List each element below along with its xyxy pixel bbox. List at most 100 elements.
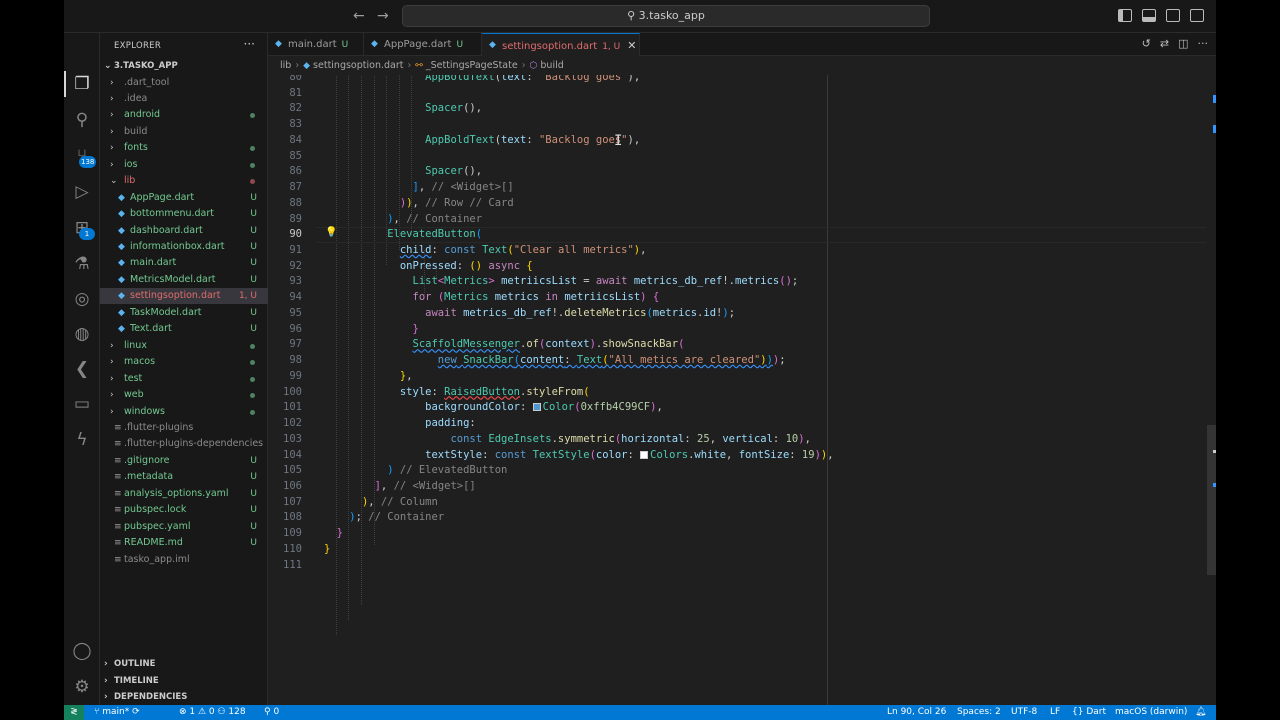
code-line[interactable]: } <box>324 542 330 558</box>
file-flutter-plugins[interactable]: ≡ .flutter-plugins <box>100 420 268 436</box>
code-line[interactable]: ) // ElevatedButton <box>324 463 507 479</box>
code-line[interactable]: ], // <Widget>[] <box>324 479 476 495</box>
toggle-sidebar-icon[interactable] <box>1118 9 1132 22</box>
code-line[interactable]: }, <box>324 369 413 385</box>
file-metricsmodel-dart[interactable]: ◆ MetricsModel.dart U <box>100 272 268 288</box>
cursor-position[interactable]: Ln 90, Col 26 <box>887 705 946 720</box>
code-line[interactable]: await metrics_db_ref!.deleteMetrics(metr… <box>324 306 735 322</box>
file-flutter-plugins-dependencies[interactable]: ≡ .flutter-plugins-dependencies <box>100 436 268 452</box>
file-tasko-app-iml[interactable]: ≡ tasko_app.iml <box>100 552 268 568</box>
code-line[interactable]: child: const Text("Clear all metrics"), <box>324 243 647 259</box>
file-dashboard-dart[interactable]: ◆ dashboard.dart U <box>100 223 268 239</box>
remote-indicator-icon[interactable]: ≷ <box>64 705 84 720</box>
settings-gear-icon[interactable]: ⚙ <box>71 676 93 698</box>
folder-idea[interactable]: › .idea <box>100 91 268 107</box>
code-line[interactable]: } <box>324 322 419 338</box>
file-main-dart[interactable]: ◆ main.dart U <box>100 255 268 271</box>
flutter-icon[interactable]: ❮ <box>71 358 93 380</box>
breadcrumb-method[interactable]: build <box>540 60 563 71</box>
file-text-dart[interactable]: ◆ Text.dart U <box>100 321 268 337</box>
terminal-icon[interactable]: ▭ <box>71 393 93 415</box>
code-line[interactable]: ], // <Widget>[] <box>324 180 514 196</box>
file-readme-md[interactable]: ≡ README.md U <box>100 535 268 551</box>
code-line[interactable]: Spacer(), <box>324 164 482 180</box>
run-debug-icon[interactable]: ▷ <box>71 181 93 203</box>
file-pubspec-lock[interactable]: ≡ pubspec.lock U <box>100 502 268 518</box>
forward-arrow-icon[interactable]: → <box>377 8 389 24</box>
split-editor-icon[interactable]: ◫ <box>1178 37 1188 50</box>
file-bottommenu-dart[interactable]: ◆ bottommenu.dart U <box>100 206 268 222</box>
close-icon[interactable]: ✕ <box>627 39 636 52</box>
folder-android[interactable]: › android <box>100 107 268 123</box>
toggle-panel-icon[interactable] <box>1142 9 1156 22</box>
git-graph-icon[interactable]: ◎ <box>71 288 93 310</box>
folder-macos[interactable]: › macos <box>100 354 268 370</box>
folder-ios[interactable]: › ios <box>100 157 268 173</box>
folder-fonts[interactable]: › fonts <box>100 140 268 156</box>
breadcrumb-folder[interactable]: lib <box>280 60 291 71</box>
notifications-bell-icon[interactable]: 🔔︎ <box>1195 705 1206 720</box>
history-icon[interactable]: ↺ <box>1142 37 1151 50</box>
code-line[interactable]: List<Metrics> metriicsList = await metri… <box>324 274 799 290</box>
code-line[interactable]: for (Metrics metrics in metriicsList) { <box>324 290 660 306</box>
back-arrow-icon[interactable]: ← <box>353 8 365 24</box>
folder-linux[interactable]: › linux <box>100 338 268 354</box>
breadcrumb-class[interactable]: _SettingsPageState <box>426 60 518 71</box>
breadcrumb-file[interactable]: settingsoption.dart <box>313 60 403 71</box>
code-line[interactable]: AppBoldText(text: "Backlog goes"), <box>324 75 640 86</box>
code-line[interactable]: const EdgeInsets.symmetric(horizontal: 2… <box>324 432 810 448</box>
file-taskmodel-dart[interactable]: ◆ TaskModel.dart U <box>100 305 268 321</box>
file-metadata[interactable]: ≡ .metadata U <box>100 469 268 485</box>
tab-apppage-dart[interactable]: ◆ AppPage.dart U <box>364 33 482 56</box>
file-settingsoption-dart[interactable]: ◆ settingsoption.dart 1, U <box>100 288 268 305</box>
tab-settingsoption-dart[interactable]: ◆ settingsoption.dart 1, U ✕ <box>482 33 640 56</box>
customize-layout-icon[interactable] <box>1190 9 1204 22</box>
timeline-section[interactable]: › TIMELINE <box>100 673 268 689</box>
code-editor[interactable]: 80 AppBoldText(text: "Backlog goes"), 81 8… <box>268 75 1216 705</box>
code-line[interactable]: ElevatedButton( <box>324 227 482 243</box>
code-line[interactable]: Spacer(), <box>324 101 482 117</box>
code-line[interactable]: ); // Container <box>324 510 444 526</box>
outline-section[interactable]: › OUTLINE <box>100 656 268 672</box>
platform-indicator[interactable]: macOS (darwin) <box>1115 705 1187 720</box>
copilot-icon[interactable]: ϟ <box>71 429 93 451</box>
folder-test[interactable]: › test <box>100 371 268 387</box>
branch-indicator[interactable]: ⑂ main* ⟳ <box>94 705 140 720</box>
workspace-root[interactable]: ⌄ 3.TASKO_APP <box>100 58 268 74</box>
code-line[interactable]: backgroundColor: Color(0xffb4C99CF), <box>324 400 663 416</box>
file-informationbox-dart[interactable]: ◆ informationbox.dart U <box>100 239 268 255</box>
code-line[interactable]: ScaffoldMessenger.of(context).showSnackB… <box>324 337 685 353</box>
code-line[interactable]: AppBoldText(text: "Backlog goes"), <box>324 133 640 149</box>
language-mode[interactable]: {} Dart <box>1072 705 1106 720</box>
code-line[interactable]: style: RaisedButton.styleFrom( <box>324 385 590 401</box>
command-center-search[interactable]: ⚲ 3.tasko_app <box>402 5 930 27</box>
folder-windows[interactable]: › windows <box>100 404 268 420</box>
code-line[interactable]: padding: <box>324 416 476 432</box>
code-line[interactable]: ), // Column <box>324 495 438 511</box>
explorer-icon[interactable]: ❐ <box>71 73 93 95</box>
indentation[interactable]: Spaces: 2 <box>957 705 1001 720</box>
more-actions-icon[interactable]: ··· <box>244 37 255 51</box>
file-pubspec-yaml[interactable]: ≡ pubspec.yaml U <box>100 519 268 535</box>
dependencies-section[interactable]: › DEPENDENCIES <box>100 689 268 705</box>
testing-icon[interactable]: ⚗ <box>71 253 93 275</box>
line-ending[interactable]: LF <box>1050 705 1060 720</box>
code-line[interactable]: ), // Container <box>324 212 482 228</box>
tab-main-dart[interactable]: ◆ main.dart U <box>268 33 364 56</box>
code-line[interactable]: onPressed: () async { <box>324 259 533 275</box>
file-apppage-dart[interactable]: ◆ AppPage.dart U <box>100 190 268 206</box>
ports-indicator[interactable]: ⚲ 0 <box>264 705 279 720</box>
folder-build[interactable]: › build <box>100 124 268 140</box>
code-line[interactable]: )), // Row // Card <box>324 196 514 212</box>
problems-indicator[interactable]: ⊗ 1 ⚠ 0 ⚇ 128 <box>179 705 246 720</box>
code-line[interactable]: new SnackBar(content: Text("All metics a… <box>324 353 786 369</box>
encoding[interactable]: UTF-8 <box>1011 705 1037 720</box>
code-line[interactable]: textStyle: const TextStyle(color: Colors… <box>324 448 833 464</box>
search-view-icon[interactable]: ⚲ <box>71 109 93 131</box>
more-actions-icon[interactable]: ··· <box>1198 37 1209 50</box>
folder-web[interactable]: › web <box>100 387 268 403</box>
folder-lib[interactable]: ⌄ lib <box>100 173 268 189</box>
compare-changes-icon[interactable]: ⇄ <box>1160 37 1169 50</box>
file-analysis-options-yaml[interactable]: ≡ analysis_options.yaml U <box>100 486 268 502</box>
code-line[interactable]: } <box>324 526 343 542</box>
